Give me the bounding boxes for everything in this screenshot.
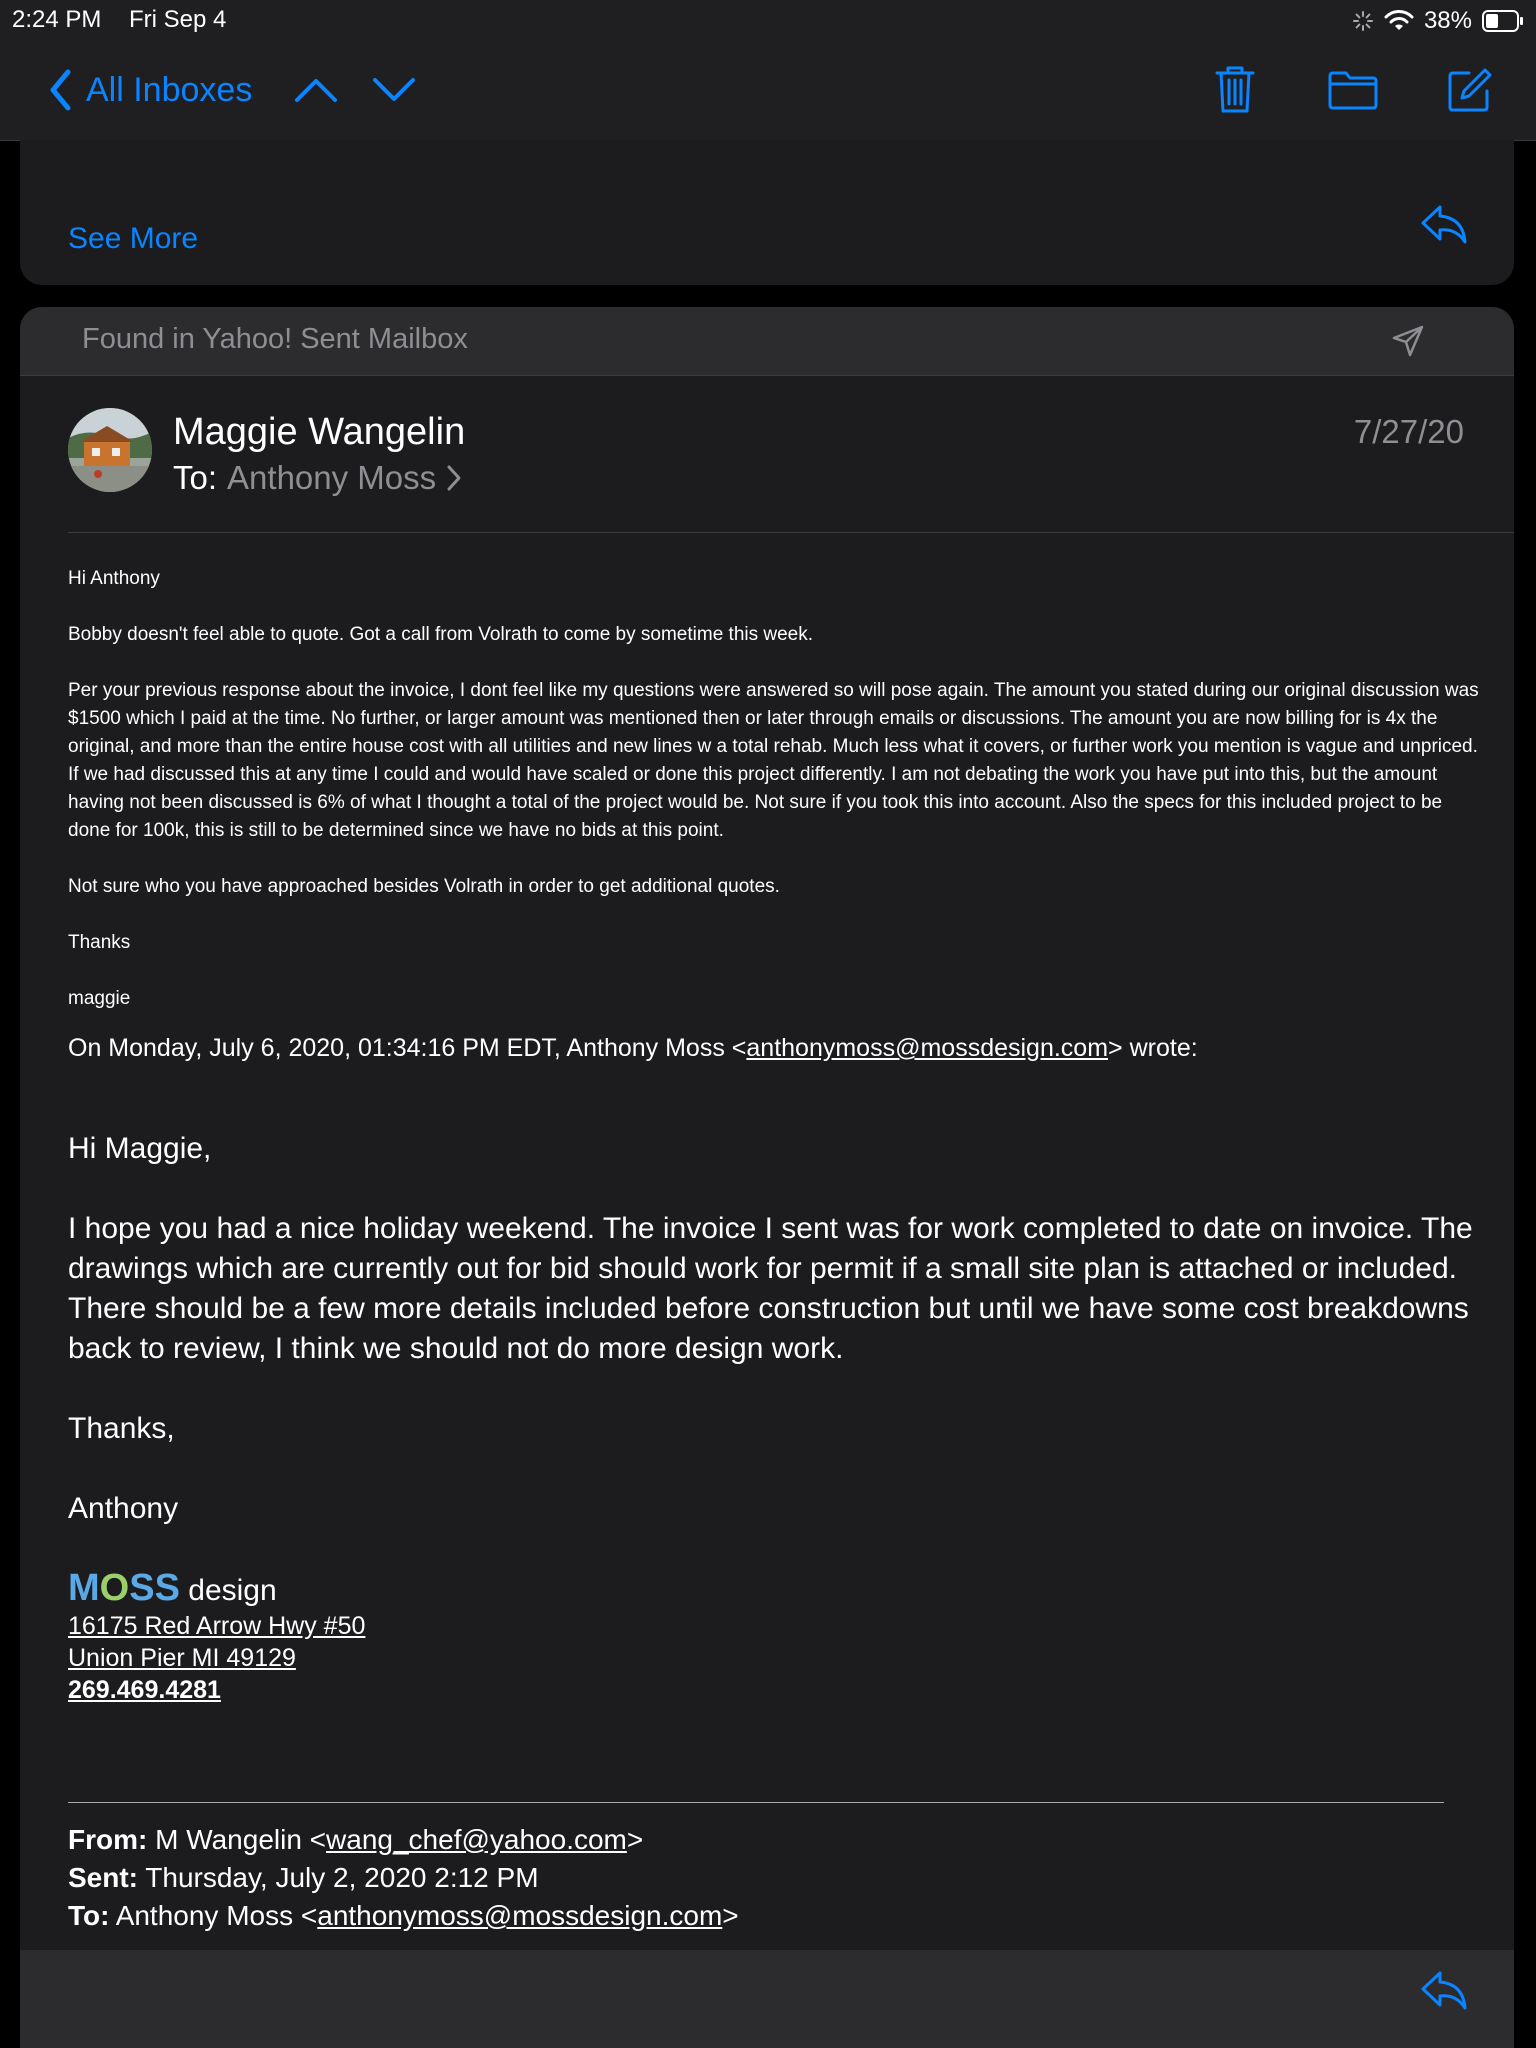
logo-design-word: design	[179, 1574, 277, 1607]
logo-letter-m: M	[68, 1567, 100, 1609]
message-body: Hi Anthony Bobby doesn't feel able to qu…	[68, 565, 1488, 1935]
body-thanks: Thanks	[68, 932, 131, 953]
wifi-icon	[1384, 9, 1414, 33]
compose-button[interactable]	[1442, 62, 1498, 118]
message-date: 7/27/20	[1353, 413, 1464, 450]
next-message-button[interactable]	[366, 62, 422, 118]
to-label: To:	[68, 1900, 110, 1931]
phone-number-link[interactable]: 269.469.4281	[68, 1674, 1488, 1706]
quote-header: On Monday, July 6, 2020, 01:34:16 PM EDT…	[68, 1031, 1488, 1065]
paper-plane-icon	[1392, 325, 1424, 357]
to-name: Anthony Moss <	[109, 1900, 318, 1931]
address-line-2[interactable]: Union Pier MI 49129	[68, 1642, 1488, 1674]
message-card: Found in Yahoo! Sent Mailbox Maggie Wang…	[20, 307, 1514, 1950]
trash-icon	[1215, 66, 1255, 114]
forwarded-from-line: From: M Wangelin <wang_chef@yahoo.com>	[68, 1821, 1488, 1859]
recipient-line: To: Anthony Moss	[173, 459, 462, 497]
header-divider	[68, 532, 1514, 533]
previous-message-card: See More	[20, 140, 1514, 285]
back-to-all-inboxes-button[interactable]: All Inboxes	[48, 64, 252, 116]
to-email-link[interactable]: anthonymoss@mossdesign.com	[317, 1900, 722, 1931]
to-label: To:	[173, 459, 218, 496]
to-close: >	[722, 1900, 739, 1931]
back-label: All Inboxes	[86, 70, 253, 109]
move-to-folder-button[interactable]	[1325, 62, 1381, 118]
quoted-name: Anthony	[68, 1492, 179, 1525]
mailbox-location-text: Found in Yahoo! Sent Mailbox	[82, 323, 468, 355]
mailbox-banner: Found in Yahoo! Sent Mailbox	[20, 307, 1514, 376]
sender-avatar	[68, 408, 152, 492]
forwarded-sent-line: Sent: Thursday, July 2, 2020 2:12 PM	[68, 1859, 1488, 1897]
reply-icon[interactable]	[1420, 204, 1468, 246]
quoted-paragraph: I hope you had a nice holiday weekend. T…	[68, 1212, 1473, 1365]
forward-divider	[68, 1802, 1444, 1803]
quoted-greeting: Hi Maggie,	[68, 1132, 212, 1165]
battery-percentage: 38%	[1423, 7, 1472, 34]
activity-spinner-icon	[1352, 10, 1374, 32]
quote-header-suffix: > wrote:	[1108, 1034, 1198, 1062]
from-name: M Wangelin <	[147, 1824, 327, 1855]
status-indicators: 38%	[1352, 6, 1524, 36]
status-time: 2:24 PM	[12, 6, 102, 33]
from-label: From:	[68, 1824, 148, 1855]
compose-icon	[1447, 67, 1493, 113]
chevron-right-icon	[446, 464, 462, 492]
status-bar: 2:24 PM Fri Sep 4 38%	[0, 0, 1536, 40]
body-signoff: maggie	[68, 988, 131, 1009]
up-arrow-icon	[294, 76, 338, 104]
logo-letters-ss: SS	[129, 1567, 180, 1609]
battery-icon	[1482, 9, 1524, 33]
reply-icon[interactable]	[1420, 1970, 1468, 2012]
sent-label: Sent:	[68, 1862, 138, 1893]
body-paragraph: Not sure who you have approached besides…	[68, 876, 780, 897]
logo-letter-o: O	[99, 1567, 130, 1609]
previous-message-button[interactable]	[288, 62, 344, 118]
from-email-link[interactable]: wang_chef@yahoo.com	[326, 1824, 627, 1855]
moss-design-logo: MOSS design	[68, 1569, 1488, 1610]
sender-name: Maggie Wangelin	[173, 411, 466, 453]
bottom-toolbar	[20, 1950, 1514, 2048]
body-paragraph: Per your previous response about the inv…	[68, 680, 1479, 841]
back-chevron-icon	[48, 69, 72, 111]
quoted-thanks: Thanks,	[68, 1412, 175, 1445]
quote-header-prefix: On Monday, July 6, 2020, 01:34:16 PM EDT…	[68, 1034, 747, 1062]
quote-email-link[interactable]: anthonymoss@mossdesign.com	[746, 1034, 1108, 1062]
folder-icon	[1328, 70, 1378, 110]
from-close: >	[626, 1824, 644, 1855]
status-date: Fri Sep 4	[129, 6, 227, 33]
forwarded-to-line: To: Anthony Moss <anthonymoss@mossdesign…	[68, 1897, 1488, 1935]
body-paragraph: Bobby doesn't feel able to quote. Got a …	[68, 624, 814, 645]
see-more-link[interactable]: See More	[68, 222, 198, 256]
trash-button[interactable]	[1207, 62, 1263, 118]
recipient-name[interactable]: Anthony Moss	[227, 459, 436, 497]
body-greeting: Hi Anthony	[68, 568, 160, 589]
address-line-1[interactable]: 16175 Red Arrow Hwy #50	[68, 1610, 1488, 1642]
sent-value: Thursday, July 2, 2020 2:12 PM	[138, 1862, 539, 1893]
navigation-bar: All Inboxes	[0, 40, 1536, 141]
down-arrow-icon	[372, 76, 416, 104]
